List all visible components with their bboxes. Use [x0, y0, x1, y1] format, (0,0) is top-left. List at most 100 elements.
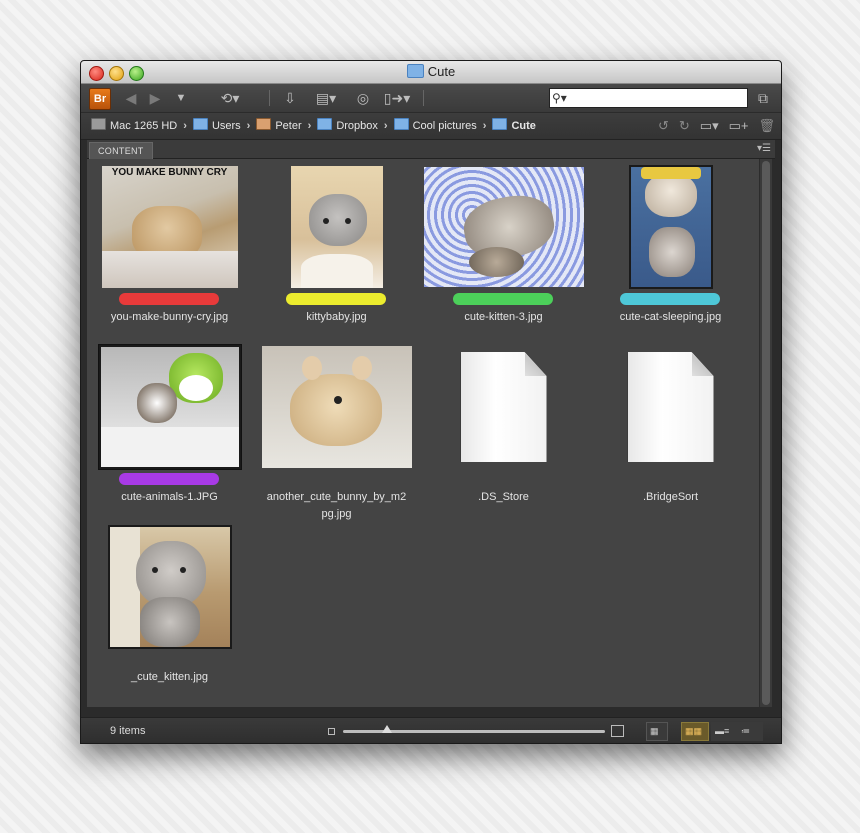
- boomerang-icon[interactable]: ⟲▾: [215, 88, 245, 108]
- thumbnail-image[interactable]: [97, 344, 242, 470]
- panel-menu-icon[interactable]: ▾☰: [757, 140, 771, 158]
- details-view-icon: ▬≡: [715, 726, 730, 736]
- path-tools: ↺ ↻ ▭▾ ▭+ 🗑: [648, 113, 775, 139]
- refine-icon[interactable]: ▤▾: [311, 88, 341, 108]
- grid-item[interactable]: cute-cat-sleeping.jpg: [588, 163, 753, 338]
- search-icon[interactable]: ⚲▾: [552, 89, 567, 107]
- rotate-right-icon[interactable]: ↻: [679, 113, 690, 139]
- document-icon[interactable]: [627, 352, 714, 462]
- grid-item[interactable]: cute-animals-1.JPG: [87, 343, 252, 518]
- grid-icon: ▦: [650, 726, 659, 736]
- panel-tab-bar: CONTENT ▾☰: [87, 140, 775, 159]
- rotate-icon[interactable]: ◎: [353, 88, 373, 108]
- file-name: cute-cat-sleeping.jpg: [619, 311, 722, 323]
- breadcrumb-item-hd[interactable]: Mac 1265 HD: [91, 113, 177, 139]
- grid-item[interactable]: .BridgeSort: [588, 343, 753, 518]
- file-name: another_cute_bunny_by_m2 pg.jpg: [266, 491, 407, 520]
- grid-item[interactable]: _cute_kitten.jpg: [87, 523, 252, 698]
- path-bar: Mac 1265 HD › Users › Peter › Dropbox › Cool pic…: [81, 113, 781, 140]
- thumbnail-image[interactable]: [628, 165, 713, 289]
- content-grid: YOU MAKE BUNNY CRY you-make-bunny-cry.jp…: [87, 159, 759, 707]
- search-input[interactable]: [568, 90, 742, 106]
- file-name: cute-kitten-3.jpg: [464, 311, 543, 323]
- list-view-icon: ≔: [741, 726, 750, 736]
- folder-icon: [406, 64, 424, 78]
- camera-download-icon[interactable]: ⇩: [279, 88, 301, 108]
- history-dropdown-icon[interactable]: ▼: [173, 88, 189, 108]
- zoom-out-icon[interactable]: [328, 728, 335, 735]
- scrollbar-thumb[interactable]: [762, 161, 770, 705]
- bridge-window: Cute Br ◀ ▶ ▼ ⟲▾ ⇩ ▤▾ ◎ ▯➜▾ ⚲▾ ⧉ Mac 126…: [80, 60, 782, 744]
- chevron-right-icon[interactable]: ›: [384, 113, 388, 139]
- status-bar: 9 items ▦ ▦▦ ▬≡ ≔: [81, 717, 781, 743]
- file-name: you-make-bunny-cry.jpg: [110, 311, 229, 323]
- breadcrumb-label: Dropbox: [336, 120, 378, 132]
- home-icon: [256, 118, 272, 130]
- breadcrumb-item-users[interactable]: Users: [192, 113, 241, 139]
- view-details-button[interactable]: ▬≡: [711, 722, 737, 741]
- toolbar: Br ◀ ▶ ▼ ⟲▾ ⇩ ▤▾ ◎ ▯➜▾ ⚲▾ ⧉: [81, 84, 781, 112]
- breadcrumb-label: Peter: [275, 120, 302, 132]
- document-icon[interactable]: [460, 352, 547, 462]
- breadcrumb-item-cool-pictures[interactable]: Cool pictures: [393, 113, 477, 139]
- thumbnail-image[interactable]: [107, 525, 232, 649]
- chevron-right-icon[interactable]: ›: [183, 113, 187, 139]
- thumbnail-image[interactable]: [423, 167, 584, 287]
- grid-lock-button[interactable]: ▦: [646, 722, 668, 741]
- zoom-in-icon[interactable]: [611, 725, 624, 737]
- file-name: _cute_kitten.jpg: [130, 671, 209, 683]
- breadcrumb-item-dropbox[interactable]: Dropbox: [317, 113, 378, 139]
- back-arrow-icon[interactable]: ◀: [121, 88, 141, 108]
- toolbar-separator: [269, 90, 270, 106]
- thumbnail-image[interactable]: YOU MAKE BUNNY CRY: [101, 166, 238, 288]
- color-label: [119, 473, 219, 485]
- search-box[interactable]: ⚲▾: [549, 88, 748, 108]
- zoom-window-button[interactable]: [129, 66, 144, 81]
- toolbar-separator: [423, 90, 424, 106]
- bridge-app-icon[interactable]: Br: [89, 88, 111, 110]
- compact-mode-icon[interactable]: ⧉: [755, 88, 771, 108]
- thumbnail-image[interactable]: [261, 346, 412, 468]
- thumbnail-image[interactable]: [290, 166, 383, 288]
- color-label: [286, 293, 386, 305]
- users-folder-icon: [192, 118, 208, 130]
- thumbnail-caption: YOU MAKE BUNNY CRY: [111, 167, 228, 178]
- close-window-button[interactable]: [89, 66, 104, 81]
- minimize-window-button[interactable]: [109, 66, 124, 81]
- tab-content[interactable]: CONTENT: [89, 142, 153, 159]
- open-with-icon[interactable]: ▯➜▾: [381, 88, 413, 108]
- folder-icon: [492, 118, 508, 130]
- title-bar[interactable]: Cute: [81, 61, 781, 84]
- breadcrumb-item-cute[interactable]: Cute: [492, 113, 536, 139]
- grid-item[interactable]: kittybaby.jpg: [254, 163, 419, 338]
- grid-item[interactable]: another_cute_bunny_by_m2 pg.jpg: [254, 343, 419, 520]
- grid-item[interactable]: cute-kitten-3.jpg: [421, 163, 586, 338]
- color-label: [119, 293, 219, 305]
- new-folder-icon[interactable]: ▭+: [729, 113, 749, 139]
- chevron-right-icon[interactable]: ›: [483, 113, 487, 139]
- forward-arrow-icon[interactable]: ▶: [145, 88, 165, 108]
- thumbnails-view-icon: ▦▦: [685, 726, 703, 736]
- view-list-button[interactable]: ≔: [737, 722, 763, 741]
- slider-thumb[interactable]: [382, 725, 392, 733]
- chevron-right-icon[interactable]: ›: [308, 113, 312, 139]
- item-count: 9 items: [110, 725, 146, 737]
- breadcrumb-label: Mac 1265 HD: [110, 120, 178, 132]
- breadcrumb-label: Cool pictures: [412, 120, 477, 132]
- window-title: Cute: [427, 64, 456, 79]
- dropbox-folder-icon: [317, 118, 333, 130]
- breadcrumb-item-peter[interactable]: Peter: [256, 113, 302, 139]
- hard-drive-icon: [91, 118, 106, 130]
- view-thumbnails-button[interactable]: ▦▦: [681, 722, 709, 741]
- file-name: kittybaby.jpg: [306, 311, 367, 323]
- chevron-right-icon[interactable]: ›: [247, 113, 251, 139]
- folder-icon: [393, 118, 409, 130]
- open-recent-folder-icon[interactable]: ▭▾: [700, 113, 719, 139]
- file-name: .DS_Store: [478, 491, 529, 503]
- trash-icon[interactable]: 🗑: [758, 113, 775, 139]
- grid-item[interactable]: .DS_Store: [421, 343, 586, 518]
- rotate-left-icon[interactable]: ↺: [658, 113, 669, 139]
- file-name: .BridgeSort: [642, 491, 699, 503]
- vertical-scrollbar[interactable]: [759, 159, 772, 707]
- grid-item[interactable]: YOU MAKE BUNNY CRY you-make-bunny-cry.jp…: [87, 163, 252, 338]
